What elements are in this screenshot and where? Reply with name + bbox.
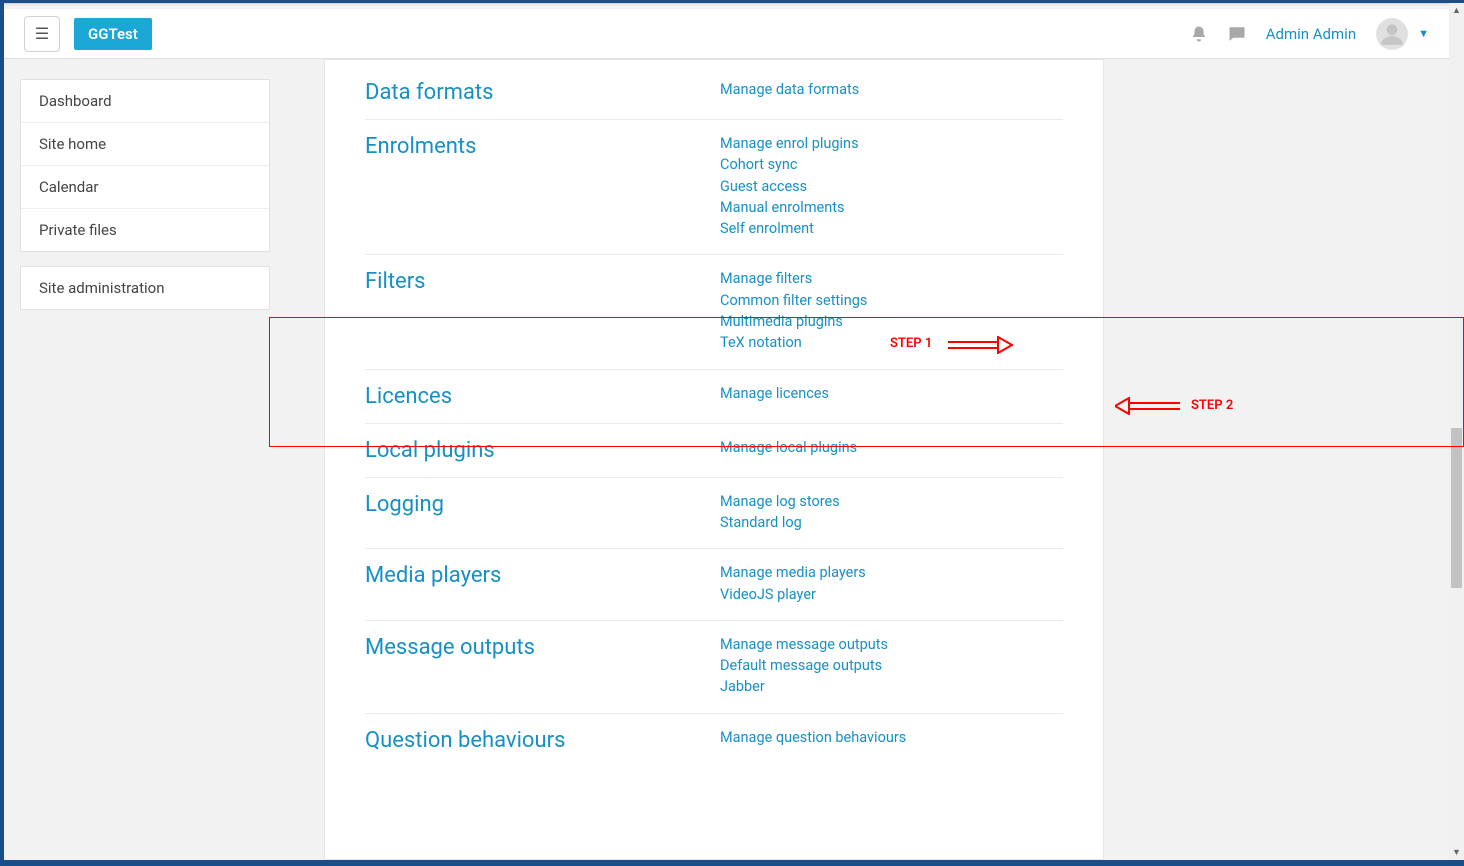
sidebar-item-site-administration[interactable]: Site administration — [21, 267, 269, 309]
section-link[interactable]: TeX notation — [720, 333, 1063, 353]
section-link[interactable]: Manage local plugins — [720, 438, 1063, 458]
page-body: Dashboard Site home Calendar Private fil… — [4, 59, 1449, 860]
section-link[interactable]: Cohort sync — [720, 155, 1063, 175]
app-frame: ☰ GGTest Admin Admin ▼ Dashboard Site ho… — [4, 3, 1449, 860]
section-links: Manage licences — [720, 384, 1063, 409]
section-heading[interactable]: Local plugins — [365, 438, 720, 463]
section-link[interactable]: Common filter settings — [720, 291, 1063, 311]
content-card: Data formatsManage data formatsEnrolment… — [324, 59, 1104, 860]
section-heading[interactable]: Data formats — [365, 80, 720, 105]
sidebar-item-dashboard[interactable]: Dashboard — [21, 80, 269, 123]
section-link[interactable]: Multimedia plugins — [720, 312, 1063, 332]
section-link[interactable]: Manage message outputs — [720, 635, 1063, 655]
sidebar: Dashboard Site home Calendar Private fil… — [4, 59, 284, 860]
section-row: FiltersManage filtersCommon filter setti… — [365, 254, 1063, 368]
section-link[interactable]: Self enrolment — [720, 219, 1063, 239]
section-link[interactable]: Manage filters — [720, 269, 1063, 289]
section-row: LoggingManage log storesStandard log — [365, 477, 1063, 549]
section-row: Local pluginsManage local plugins — [365, 423, 1063, 477]
section-heading[interactable]: Message outputs — [365, 635, 720, 699]
section-links: Manage message outputsDefault message ou… — [720, 635, 1063, 699]
section-links: Manage media playersVideoJS player — [720, 563, 1063, 606]
section-links: Manage filtersCommon filter settingsMult… — [720, 269, 1063, 354]
section-heading[interactable]: Media players — [365, 563, 720, 606]
section-link[interactable]: Manage data formats — [720, 80, 1063, 100]
hamburger-icon: ☰ — [35, 24, 49, 43]
section-row: Message outputsManage message outputsDef… — [365, 620, 1063, 713]
dropdown-caret-icon[interactable]: ▼ — [1418, 27, 1429, 40]
section-link[interactable]: Manage licences — [720, 384, 1063, 404]
annotation-step2-label: STEP 2 — [1191, 398, 1233, 413]
section-links: Manage log storesStandard log — [720, 492, 1063, 535]
section-link[interactable]: VideoJS player — [720, 585, 1063, 605]
section-row: Media playersManage media playersVideoJS… — [365, 548, 1063, 620]
navbar-left: ☰ GGTest — [24, 16, 152, 52]
avatar[interactable] — [1376, 18, 1408, 50]
notifications-icon[interactable] — [1190, 25, 1208, 43]
scrollbar-down-icon[interactable]: ▼ — [1449, 845, 1464, 860]
scrollbar-up-icon[interactable]: ▲ — [1449, 3, 1464, 18]
user-name-link[interactable]: Admin Admin — [1266, 25, 1356, 43]
section-link[interactable]: Manage log stores — [720, 492, 1063, 512]
main-wrap: STEP 1 STEP 2 Data formatsManage data fo… — [304, 59, 1429, 860]
section-link[interactable]: Manage media players — [720, 563, 1063, 583]
section-link[interactable]: Guest access — [720, 177, 1063, 197]
top-shadow — [4, 3, 1449, 6]
section-links: Manage enrol pluginsCohort syncGuest acc… — [720, 134, 1063, 240]
section-heading[interactable]: Enrolments — [365, 134, 720, 240]
section-row: LicencesManage licences — [365, 369, 1063, 423]
sidebar-admin-nav: Site administration — [20, 266, 270, 310]
navbar: ☰ GGTest Admin Admin ▼ — [4, 9, 1449, 59]
hamburger-button[interactable]: ☰ — [24, 16, 60, 52]
brand-logo[interactable]: GGTest — [74, 18, 152, 50]
section-link[interactable]: Standard log — [720, 513, 1063, 533]
section-link[interactable]: Default message outputs — [720, 656, 1063, 676]
section-heading[interactable]: Filters — [365, 269, 720, 354]
sidebar-main-nav: Dashboard Site home Calendar Private fil… — [20, 79, 270, 252]
section-links: Manage question behaviours — [720, 728, 1063, 753]
scrollbar-thumb[interactable] — [1451, 428, 1462, 588]
sidebar-item-private-files[interactable]: Private files — [21, 209, 269, 251]
section-link[interactable]: Manual enrolments — [720, 198, 1063, 218]
section-heading[interactable]: Logging — [365, 492, 720, 535]
sidebar-item-site-home[interactable]: Site home — [21, 123, 269, 166]
section-link[interactable]: Manage enrol plugins — [720, 134, 1063, 154]
navbar-right: Admin Admin ▼ — [1190, 18, 1429, 50]
sidebar-item-calendar[interactable]: Calendar — [21, 166, 269, 209]
section-links: Manage local plugins — [720, 438, 1063, 463]
main-area: STEP 1 STEP 2 Data formatsManage data fo… — [284, 59, 1449, 860]
section-row: EnrolmentsManage enrol pluginsCohort syn… — [365, 119, 1063, 254]
scrollbar-track[interactable]: ▲ ▼ — [1449, 3, 1464, 860]
section-heading[interactable]: Question behaviours — [365, 728, 720, 753]
section-row: Data formatsManage data formats — [365, 60, 1063, 119]
messages-icon[interactable] — [1228, 25, 1246, 43]
section-row: Question behavioursManage question behav… — [365, 713, 1063, 767]
section-link[interactable]: Manage question behaviours — [720, 728, 1063, 748]
section-heading[interactable]: Licences — [365, 384, 720, 409]
section-link[interactable]: Jabber — [720, 677, 1063, 697]
section-links: Manage data formats — [720, 80, 1063, 105]
annotation-arrow2-icon — [1115, 397, 1180, 419]
